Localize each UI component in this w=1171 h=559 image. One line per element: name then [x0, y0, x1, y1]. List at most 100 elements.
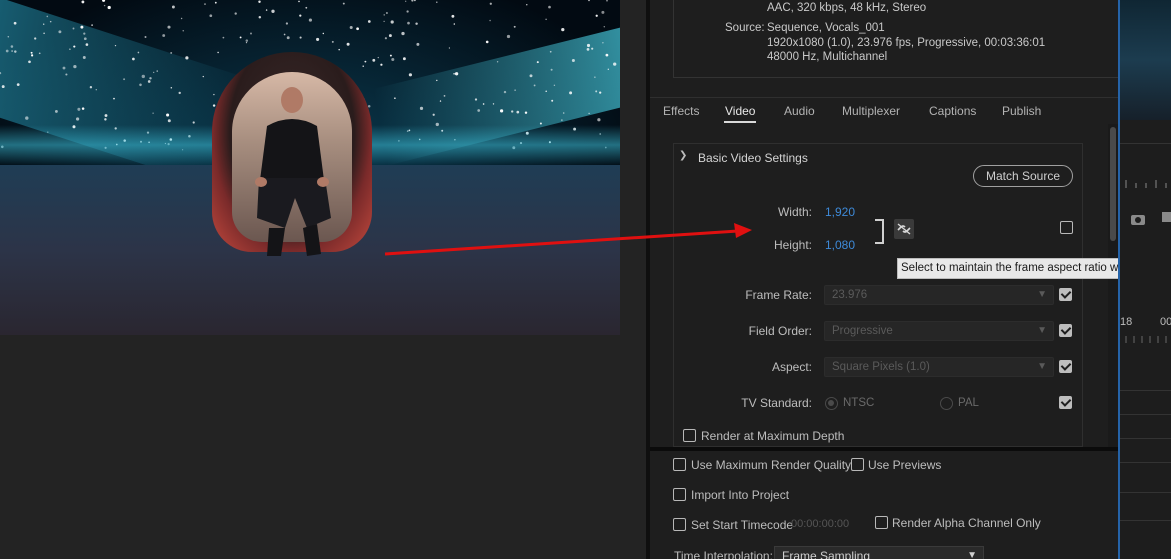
- star: [436, 1, 438, 3]
- camera-icon[interactable]: [1130, 212, 1146, 226]
- star: [245, 39, 249, 42]
- star: [613, 62, 617, 66]
- scrollbar-thumb[interactable]: [1110, 127, 1116, 241]
- star: [156, 70, 158, 72]
- star: [72, 27, 75, 30]
- summary-source-audio: 48000 Hz, Multichannel: [767, 51, 888, 63]
- start-timecode-field[interactable]: 00:00:00:00: [791, 518, 849, 530]
- frame-rate-match-checkbox[interactable]: [1059, 288, 1072, 301]
- star: [432, 113, 435, 116]
- star: [308, 18, 312, 22]
- star: [499, 109, 504, 113]
- chevron-down-icon: ▼: [1037, 325, 1047, 336]
- star: [166, 113, 170, 117]
- pal-radio[interactable]: [940, 397, 953, 410]
- star: [414, 0, 416, 2]
- width-field[interactable]: 1,920: [825, 205, 855, 219]
- star: [167, 25, 171, 29]
- star: [83, 32, 86, 35]
- tab-video[interactable]: Video: [725, 104, 755, 118]
- summary-source-format: 1920x1080 (1.0), 23.976 fps, Progressive…: [767, 37, 1046, 49]
- time-interpolation-select[interactable]: Frame Sampling ▼: [774, 546, 984, 559]
- constrain-proportions-button[interactable]: [894, 219, 914, 239]
- export-frame-icon[interactable]: [1162, 210, 1171, 224]
- tab-captions[interactable]: Captions: [929, 104, 976, 118]
- star: [149, 77, 152, 80]
- star: [5, 49, 9, 53]
- star: [601, 10, 605, 14]
- star: [239, 36, 242, 39]
- chevron-down-icon[interactable]: ❯: [679, 150, 687, 161]
- ntsc-radio[interactable]: [825, 397, 838, 410]
- match-source-button[interactable]: Match Source: [973, 165, 1073, 187]
- tab-effects[interactable]: Effects: [663, 104, 699, 118]
- star: [81, 107, 85, 110]
- star: [298, 0, 300, 3]
- star: [104, 118, 107, 121]
- max-render-quality-checkbox[interactable]: [673, 458, 686, 471]
- tab-audio[interactable]: Audio: [784, 104, 815, 118]
- star: [11, 50, 13, 52]
- timecode-tick-a: 18: [1120, 316, 1133, 328]
- star: [299, 36, 302, 39]
- star: [285, 22, 289, 25]
- star: [356, 27, 359, 31]
- star: [147, 80, 151, 83]
- star: [182, 30, 184, 32]
- seated-person: [255, 87, 331, 256]
- star: [346, 42, 350, 46]
- use-previews-checkbox[interactable]: [851, 458, 864, 471]
- star: [607, 68, 609, 70]
- output-preview-thumbnail: [1120, 0, 1171, 120]
- star: [606, 0, 608, 2]
- field-order-match-checkbox[interactable]: [1059, 324, 1072, 337]
- star: [503, 90, 507, 94]
- render-alpha-checkbox[interactable]: [875, 516, 888, 529]
- resize-checkbox[interactable]: [1060, 221, 1073, 234]
- chevron-down-icon: ▼: [967, 550, 977, 559]
- star: [249, 32, 253, 35]
- star: [548, 5, 551, 9]
- star: [299, 14, 302, 17]
- star: [123, 78, 126, 81]
- star: [69, 48, 71, 50]
- star: [204, 3, 206, 5]
- star: [364, 60, 367, 63]
- star: [83, 37, 87, 41]
- star: [474, 98, 478, 101]
- height-field[interactable]: 1,080: [825, 238, 855, 252]
- time-interpolation-value: Frame Sampling: [782, 549, 871, 559]
- star: [113, 97, 115, 100]
- tab-multiplexer[interactable]: Multiplexer: [842, 104, 900, 118]
- divider: [1120, 462, 1171, 463]
- tab-publish[interactable]: Publish: [1002, 104, 1041, 118]
- star: [192, 121, 195, 124]
- star: [477, 109, 481, 112]
- field-order-value: Progressive: [832, 325, 893, 337]
- star: [91, 24, 93, 26]
- tv-standard-match-checkbox[interactable]: [1059, 396, 1072, 409]
- star: [383, 20, 385, 23]
- star: [43, 23, 45, 25]
- star: [489, 19, 491, 22]
- render-max-depth-checkbox[interactable]: [683, 429, 696, 442]
- aspect-match-checkbox[interactable]: [1059, 360, 1072, 373]
- field-order-label: Field Order:: [748, 324, 812, 338]
- star: [436, 79, 438, 82]
- aspect-value: Square Pixels (1.0): [832, 361, 930, 373]
- star: [286, 36, 290, 40]
- import-into-project-checkbox[interactable]: [673, 488, 686, 501]
- star: [89, 86, 93, 89]
- field-order-select[interactable]: Progressive ▼: [824, 321, 1054, 341]
- tv-standard-label: TV Standard:: [741, 396, 812, 410]
- frame-rate-select[interactable]: 23.976 ▼: [824, 285, 1054, 305]
- set-start-timecode-checkbox[interactable]: [673, 518, 686, 531]
- star: [271, 9, 275, 13]
- aspect-select[interactable]: Square Pixels (1.0) ▼: [824, 357, 1054, 377]
- star: [506, 34, 511, 39]
- star: [586, 48, 590, 51]
- star: [591, 47, 594, 50]
- section-title[interactable]: Basic Video Settings: [698, 151, 808, 165]
- star: [553, 84, 556, 86]
- height-label: Height:: [773, 238, 812, 252]
